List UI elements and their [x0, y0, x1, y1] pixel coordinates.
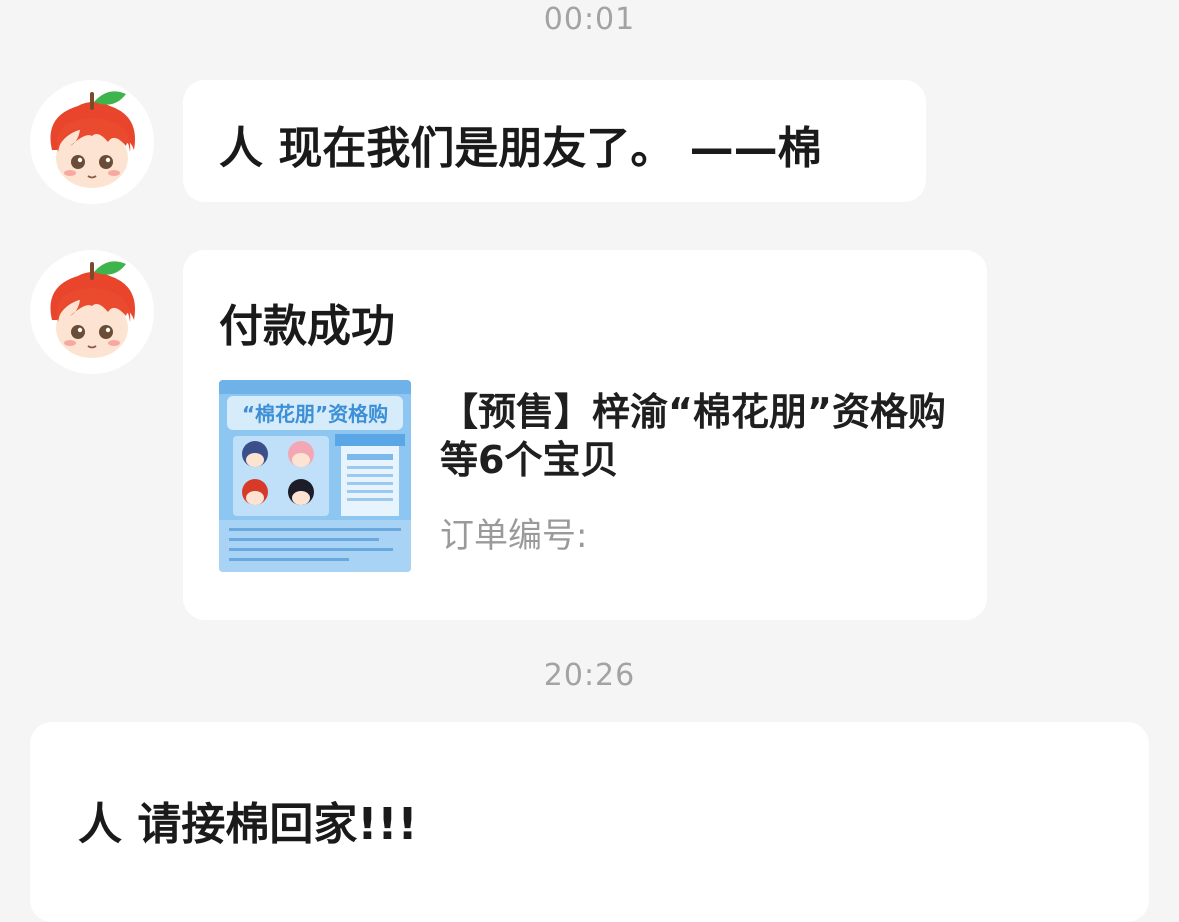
payment-status-title: 付款成功 — [219, 301, 395, 352]
product-title[interactable]: 【预售】梓渝“棉花朋”资格购等6个宝贝 — [440, 388, 960, 484]
thumb-title: “棉花朋”资格购 — [242, 402, 388, 426]
product-thumbnail[interactable]: “棉花朋”资格购 — [219, 380, 411, 572]
chibi-apple-avatar-icon — [30, 250, 154, 374]
message-bubble[interactable]: 人 请接棉回家!!! — [30, 722, 1149, 922]
timestamp: 20:26 — [543, 658, 636, 693]
order-number-label: 订单编号: — [440, 516, 588, 556]
contact-avatar[interactable] — [30, 80, 154, 204]
chibi-apple-avatar-icon — [30, 80, 154, 204]
message-text: 人 现在我们是朋友了。 ——棉 — [219, 123, 822, 174]
message-bubble[interactable]: 人 现在我们是朋友了。 ——棉 — [183, 80, 926, 202]
contact-avatar[interactable] — [30, 250, 154, 374]
message-text: 人 请接棉回家!!! — [78, 799, 418, 850]
timestamp: 00:01 — [543, 2, 636, 37]
product-image-icon: “棉花朋”资格购 — [219, 380, 411, 572]
